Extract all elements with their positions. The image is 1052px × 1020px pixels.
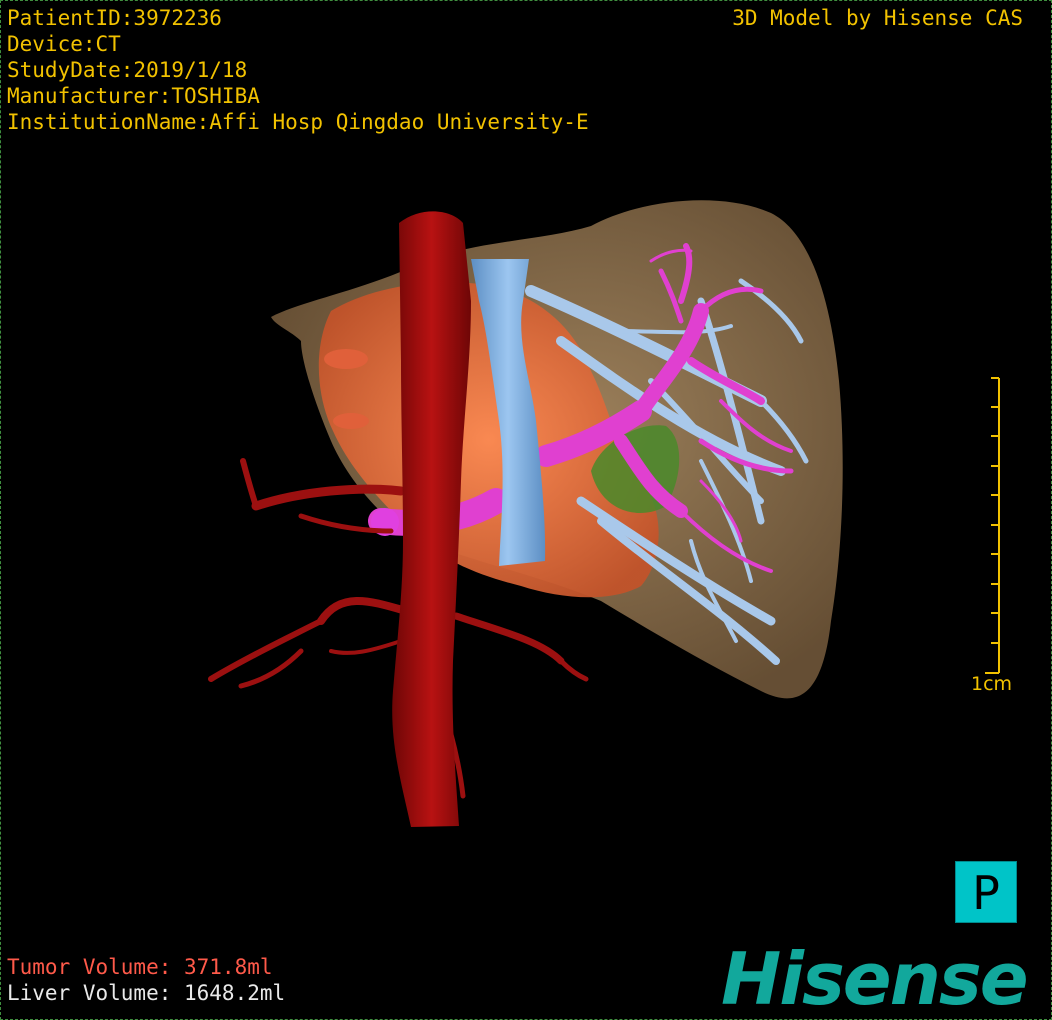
- patient-id: PatientID:3972236: [7, 6, 222, 30]
- orientation-marker[interactable]: P: [955, 861, 1017, 923]
- hisense-logo: Hisense: [721, 937, 1029, 1020]
- liver-3d-model[interactable]: [1, 1, 1052, 1020]
- aorta: [392, 211, 471, 827]
- model-credit: 3D Model by Hisense CAS: [732, 6, 1023, 30]
- liver-volume: Liver Volume: 1648.2ml: [7, 981, 286, 1005]
- manufacturer: Manufacturer:TOSHIBA: [7, 84, 260, 108]
- device: Device:CT: [7, 32, 121, 56]
- institution-name: InstitutionName:Affi Hosp Qingdao Univer…: [7, 110, 589, 134]
- tumor-nodule: [333, 413, 369, 429]
- study-date: StudyDate:2019/1/18: [7, 58, 248, 82]
- tumor-volume: Tumor Volume: 371.8ml: [7, 955, 273, 979]
- 3d-viewer-viewport[interactable]: PatientID:3972236 Device:CT StudyDate:20…: [0, 0, 1052, 1020]
- tumor-nodule: [324, 349, 368, 369]
- scale-bar: [985, 377, 1000, 674]
- scale-bar-label: 1cm: [971, 673, 1013, 695]
